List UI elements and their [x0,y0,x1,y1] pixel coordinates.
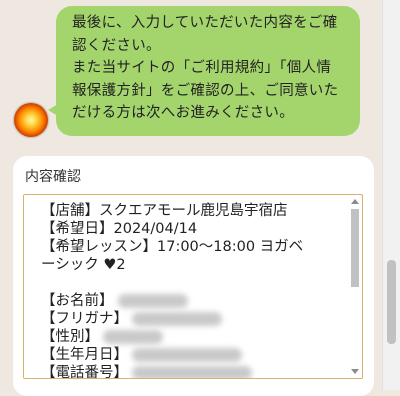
line-name: 【お名前】 [41,292,331,310]
bot-message-text: 最後に、入力していただいた内容をご確 認ください。 また当サイトの「ご利用規約」… [72,15,339,121]
redacted-phone [132,366,252,378]
line-furigana: 【フリガナ】 [41,310,331,328]
line-blank [41,274,331,292]
line-gender: 【性別】 [41,328,331,346]
bot-message-bubble: 最後に、入力していただいた内容をご確 認ください。 また当サイトの「ご利用規約」… [48,6,360,136]
line-lesson: 【希望レッスン】17:00～18:00 ヨガベ [41,239,304,255]
textarea-scroll-thumb[interactable] [351,209,359,287]
scroll-up-arrow-icon[interactable] [351,199,359,204]
line-birthday-label: 【生年月日】 [41,347,128,363]
line-phone: 【電話番号】 [41,364,331,379]
line-phone-label: 【電話番号】 [41,365,128,379]
line-lesson-cont: ーシック ♥2 [41,257,126,273]
confirmation-lines: 【店舗】スクエアモール鹿児島宇宿店 【希望日】2024/04/14 【希望レッス… [41,202,331,379]
redacted-birthday [132,348,242,362]
redacted-furigana [132,312,222,326]
bot-message-row: 最後に、入力していただいた内容をご確 認ください。 また当サイトの「ご利用規約」… [0,0,383,150]
redacted-gender [103,330,163,344]
textarea-scrollbar[interactable] [349,197,360,376]
line-birthday: 【生年月日】 [41,346,331,364]
line-date: 【希望日】2024/04/14 [41,221,198,237]
line-store: 【店舗】スクエアモール鹿児島宇宿店 [41,203,288,219]
line-name-label: 【お名前】 [41,293,114,309]
page-scrollbar[interactable] [382,0,400,390]
confirmation-textarea[interactable]: 【店舗】スクエアモール鹿児島宇宿店 【希望日】2024/04/14 【希望レッス… [23,194,363,379]
confirmation-title: 内容確認 [25,169,81,185]
confirmation-card: 内容確認 【店舗】スクエアモール鹿児島宇宿店 【希望日】2024/04/14 【… [13,156,374,396]
line-furigana-label: 【フリガナ】 [41,311,128,327]
line-gender-label: 【性別】 [41,329,99,345]
scroll-down-arrow-icon[interactable] [351,369,359,374]
redacted-name [117,294,188,308]
bot-avatar-icon [14,103,48,137]
page-scroll-thumb[interactable] [387,260,396,344]
